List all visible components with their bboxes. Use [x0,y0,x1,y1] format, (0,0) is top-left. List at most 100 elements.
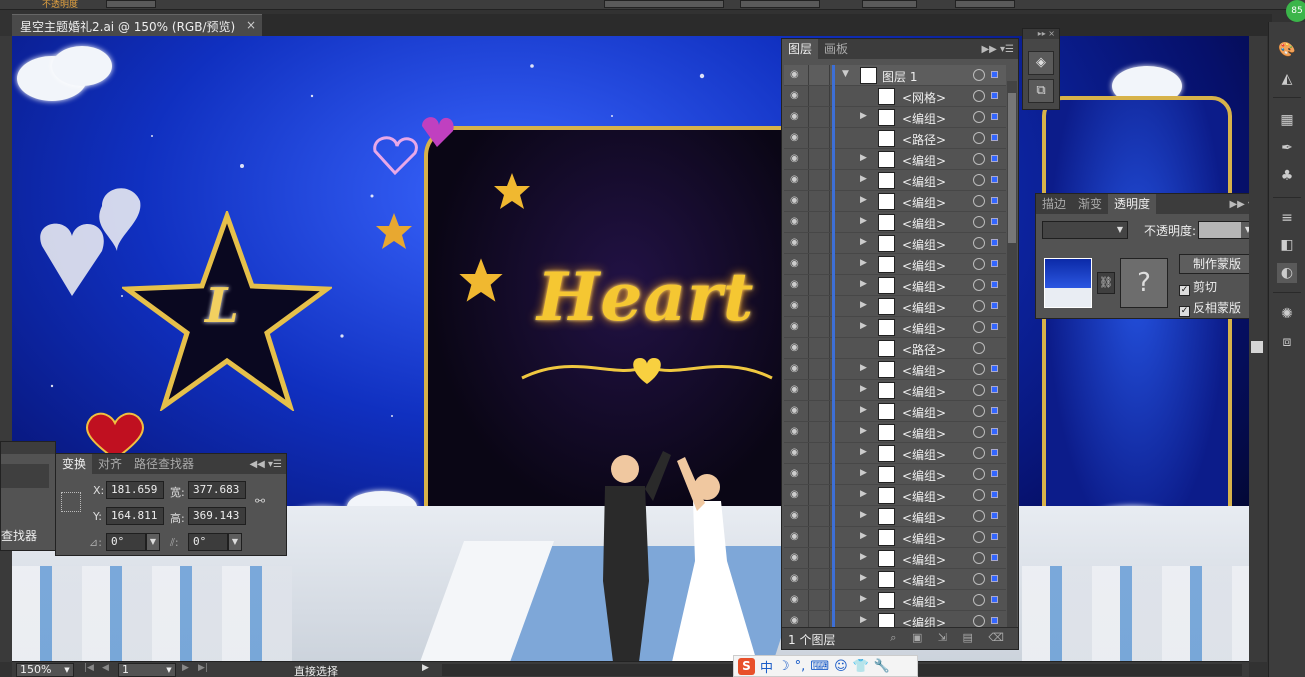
target-icon[interactable] [973,111,985,123]
selection-indicator[interactable] [991,323,998,330]
settings-wrench-icon[interactable]: 🔧 [874,659,890,674]
zoom-select[interactable]: 150% ▼ [16,663,74,677]
control-field[interactable] [740,0,820,8]
tab-gradient[interactable]: 渐变 [1072,194,1108,214]
lock-toggle[interactable] [808,590,830,610]
selection-indicator[interactable] [991,260,998,267]
eye-icon[interactable]: ◉ [790,90,804,102]
target-icon[interactable] [973,447,985,459]
lock-toggle[interactable] [808,380,830,400]
target-icon[interactable] [973,384,985,396]
scrollbar-thumb[interactable] [1008,93,1016,243]
layer-row[interactable]: ◉ ▶ <编组> [784,296,1006,317]
eye-icon[interactable]: ◉ [790,111,804,123]
link-icon[interactable]: ⛓ [1097,272,1115,294]
layer-row[interactable]: ◉ ▶ <编组> [784,506,1006,527]
lock-toggle[interactable] [808,128,830,148]
lock-toggle[interactable] [808,359,830,379]
layer-row[interactable]: ◉ ▶ <编组> [784,401,1006,422]
tab-transform[interactable]: 变换 [56,454,93,474]
scroll-knob[interactable] [1251,341,1263,353]
layer-row[interactable]: ◉ ▶ <编组> [784,380,1006,401]
first-artboard-icon[interactable]: |◀ [84,663,94,673]
eye-icon[interactable]: ◉ [790,237,804,249]
panel-menu-icon[interactable]: ◀◀ ▾☰ [245,459,286,470]
sogou-logo-icon[interactable]: S [738,657,755,675]
color-palette-icon[interactable]: 🎨 [1277,40,1297,60]
layer-row[interactable]: ◉ ▶ <编组> [784,149,1006,170]
selection-indicator[interactable] [991,302,998,309]
lock-toggle[interactable] [808,170,830,190]
eye-icon[interactable]: ◉ [790,363,804,375]
constrain-proportions-icon[interactable]: ⚯ [255,494,265,508]
target-icon[interactable] [973,489,985,501]
expand-triangle-icon[interactable]: ▶ [860,531,867,541]
eye-icon[interactable]: ◉ [790,573,804,585]
lock-toggle[interactable] [808,422,830,442]
target-icon[interactable] [973,195,985,207]
gradient-icon[interactable]: ◧ [1277,235,1297,255]
blend-mode-select[interactable]: ▼ [1042,221,1128,239]
control-field[interactable] [106,0,156,8]
lock-toggle[interactable] [808,338,830,358]
expand-triangle-icon[interactable]: ▶ [860,468,867,478]
expand-triangle-icon[interactable]: ▶ [860,216,867,226]
x-field[interactable]: 181.659 [106,481,164,499]
expand-triangle-icon[interactable]: ▶ [860,363,867,373]
tab-stroke[interactable]: 描边 [1036,194,1072,214]
swatches-icon[interactable]: ▦ [1277,110,1297,130]
selection-indicator[interactable] [991,575,998,582]
lock-toggle[interactable] [808,254,830,274]
eye-icon[interactable]: ◉ [790,321,804,333]
shear-dropdown-icon[interactable]: ▼ [228,533,242,551]
graphic-styles-icon[interactable]: ⧈ [1277,332,1297,352]
selection-indicator[interactable] [991,617,998,624]
target-icon[interactable] [973,321,985,333]
target-icon[interactable] [973,237,985,249]
invert-mask-checkbox[interactable]: ✓ 反相蒙版 [1179,299,1241,317]
eye-icon[interactable]: ◉ [790,69,804,81]
target-icon[interactable] [973,132,985,144]
notification-badge[interactable]: 85 [1286,0,1305,22]
target-icon[interactable] [973,90,985,102]
eye-icon[interactable]: ◉ [790,258,804,270]
target-icon[interactable] [973,300,985,312]
layer-row[interactable]: ◉ ▶ <编组> [784,464,1006,485]
next-artboard-icon[interactable]: ▶ [182,663,189,673]
expand-triangle-icon[interactable]: ▶ [860,405,867,415]
dock-header[interactable]: ▸▸ × [1023,29,1059,39]
user-icon[interactable]: ☺ [834,659,848,674]
lock-toggle[interactable] [808,548,830,568]
expand-triangle-icon[interactable]: ▶ [860,300,867,310]
eye-icon[interactable]: ◉ [790,132,804,144]
target-icon[interactable] [973,468,985,480]
eye-icon[interactable]: ◉ [790,510,804,522]
panel-field[interactable] [1,464,49,488]
selection-indicator[interactable] [991,281,998,288]
target-icon[interactable] [973,342,985,354]
eye-icon[interactable]: ◉ [790,594,804,606]
object-thumbnail[interactable] [1044,258,1092,308]
selection-indicator[interactable] [991,218,998,225]
layers-menu-icon[interactable]: ▶▶ ▾☰ [977,44,1018,55]
lock-toggle[interactable] [808,233,830,253]
y-field[interactable]: 164.811 [106,507,164,525]
target-icon[interactable] [973,153,985,165]
lock-toggle[interactable] [808,506,830,526]
eye-icon[interactable]: ◉ [790,405,804,417]
eye-icon[interactable]: ◉ [790,216,804,228]
control-field[interactable] [862,0,917,8]
layer-row[interactable]: ◉ ▶ <编组> [784,212,1006,233]
keyboard-icon[interactable]: ⌨ [810,659,829,674]
layer-row[interactable]: ◉ ▶ <编组> [784,527,1006,548]
lock-toggle[interactable] [808,107,830,127]
eye-icon[interactable]: ◉ [790,300,804,312]
lock-toggle[interactable] [808,191,830,211]
layer-row[interactable]: ◉ ▶ <编组> [784,485,1006,506]
expand-triangle-icon[interactable]: ▶ [860,510,867,520]
selection-indicator[interactable] [991,71,998,78]
artboard-select[interactable]: 1 ▼ [118,663,176,677]
target-icon[interactable] [973,594,985,606]
status-menu-icon[interactable]: ▶ [422,663,429,673]
last-artboard-icon[interactable]: ▶| [198,663,208,673]
